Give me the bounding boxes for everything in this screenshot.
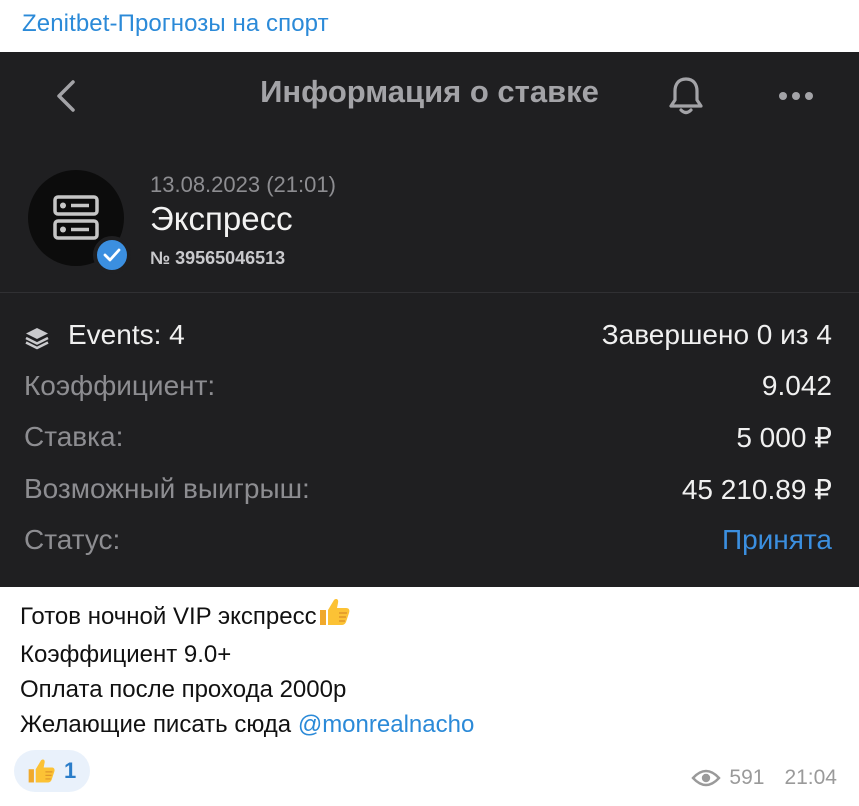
bell-icon: [669, 77, 703, 115]
views-count: 591: [729, 766, 765, 789]
eye-icon: [691, 769, 722, 787]
status-value: Принята: [721, 524, 832, 555]
caption-line-3: Оплата после прохода 2000р: [20, 676, 347, 703]
app-bar-title: Информация о ставке: [260, 74, 599, 109]
post-caption: Готов ночной VIP экспресс Коэффициент 9.…: [20, 597, 840, 742]
thumbs-up-icon: [317, 597, 351, 637]
possible-win-value: 45 210.89 ₽: [681, 474, 832, 505]
reaction-thumbs-up[interactable]: 1: [14, 750, 91, 792]
status-row: Статус: Принята: [24, 524, 832, 564]
layers-icon: [25, 328, 49, 350]
app-bar: Информация о ставке: [0, 52, 859, 140]
bet-header: 13.08.2023 (21:01) Экспресс № 3956504651…: [0, 152, 859, 292]
coefficient-label: Коэффициент:: [24, 370, 216, 401]
stake-row: Ставка: 5 000 ₽: [24, 421, 832, 461]
caption-line-4: Желающие писать сюда @monrealnacho: [20, 711, 475, 738]
channel-name[interactable]: Zenitbet-Прогнозы на спорт: [22, 10, 329, 38]
possible-win-row: Возможный выигрыш: 45 210.89 ₽: [24, 473, 832, 513]
possible-win-label: Возможный выигрыш:: [24, 473, 310, 504]
channel-post: Zenitbet-Прогнозы на спорт Информация о …: [0, 0, 859, 806]
bet-type: Экспресс: [150, 200, 293, 237]
more-button[interactable]: [772, 72, 820, 120]
coefficient-value: 9.042: [761, 370, 832, 401]
bet-datetime: 13.08.2023 (21:01): [150, 172, 336, 197]
notifications-button[interactable]: [662, 72, 710, 120]
coefficient-row: Коэффициент: 9.042: [24, 370, 832, 410]
back-button[interactable]: [44, 74, 88, 118]
thumbs-up-icon: [28, 759, 55, 783]
divider: [0, 292, 859, 293]
events-label: Events: 4: [68, 319, 185, 350]
bet-screenshot[interactable]: Информация о ставке 13.08.2023 (21:01) Э…: [0, 52, 859, 587]
chevron-left-icon: [57, 80, 75, 112]
more-dots-icon: [779, 92, 813, 100]
caption-line-2: Коэффициент 9.0+: [20, 641, 232, 668]
mention-link[interactable]: @monrealnacho: [298, 711, 474, 738]
events-row: Events: 4 Завершено 0 из 4: [24, 319, 832, 359]
stake-value: 5 000 ₽: [736, 422, 832, 453]
reaction-count: 1: [64, 758, 77, 783]
events-value: Завершено 0 из 4: [601, 319, 832, 350]
bet-number: № 39565046513: [150, 248, 286, 268]
post-meta: 591 21:04: [691, 766, 837, 790]
status-label: Статус:: [24, 524, 121, 555]
verified-check-icon: [93, 236, 131, 274]
caption-line-1: Готов ночной VIP экспресс: [20, 597, 840, 637]
post-time: 21:04: [784, 766, 837, 789]
stake-label: Ставка:: [24, 421, 124, 452]
